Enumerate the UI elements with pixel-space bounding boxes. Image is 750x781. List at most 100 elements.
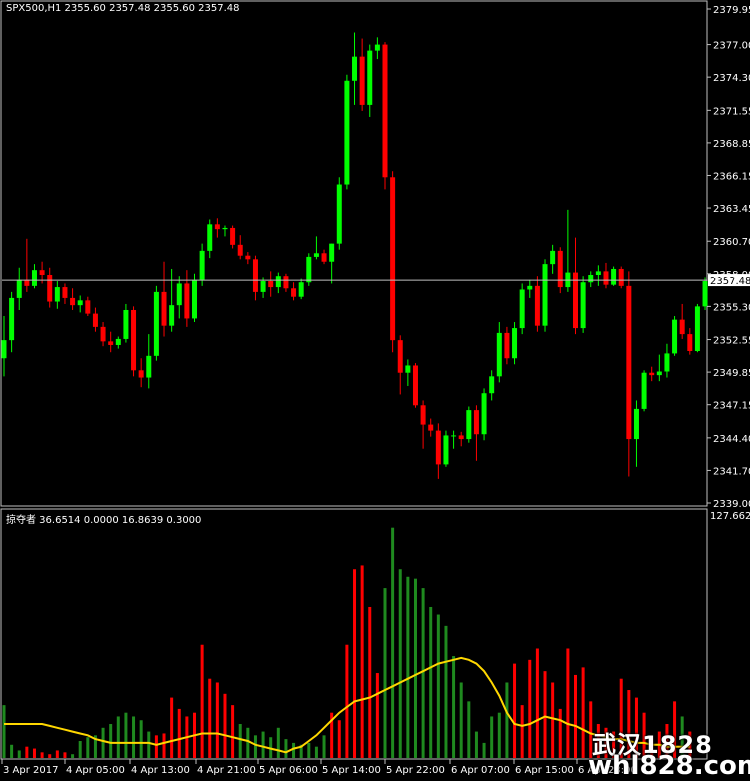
time-axis-label: 5 Apr 14:00 xyxy=(322,765,381,776)
histogram-bar xyxy=(177,708,181,758)
candle-body xyxy=(390,177,396,341)
candle-body xyxy=(92,313,98,327)
histogram-bar xyxy=(215,682,219,758)
histogram-bar xyxy=(223,693,227,758)
price-axis-label: 2366.15 xyxy=(713,171,750,182)
time-axis-label: 6 Apr 15:00 xyxy=(515,765,574,776)
histogram-bar xyxy=(32,748,36,758)
histogram-bar xyxy=(383,588,387,758)
histogram-bar xyxy=(566,648,570,758)
candle-body xyxy=(626,285,632,440)
candle-body xyxy=(702,281,708,307)
candle-body xyxy=(115,338,121,345)
candle-body xyxy=(679,319,685,335)
candle-body xyxy=(649,372,655,376)
time-axis-label: 5 Apr 22:00 xyxy=(386,765,445,776)
symbol-label: SPX500,H1 2355.60 2357.48 2355.60 2357.4… xyxy=(6,3,240,14)
candle-body xyxy=(633,408,639,440)
histogram-bar xyxy=(78,741,82,758)
candle-body xyxy=(230,227,236,245)
time-axis-label: 4 Apr 05:00 xyxy=(66,765,125,776)
histogram-bar xyxy=(398,569,402,758)
price-axis-label: 2368.85 xyxy=(713,139,750,150)
histogram-bar xyxy=(10,744,14,758)
histogram-bar xyxy=(581,667,585,758)
chart-canvas[interactable]: 2357.48 2379.95 2377.00 2374.30 2371.55 2368… xyxy=(0,0,750,780)
candle-body xyxy=(588,275,594,283)
candle-body xyxy=(694,306,700,351)
histogram-bar xyxy=(25,746,29,758)
candle-body xyxy=(207,224,213,251)
candle-body xyxy=(39,270,45,275)
price-axis-label: 2349.85 xyxy=(713,368,750,379)
candle-body xyxy=(618,268,624,286)
candle-body xyxy=(451,435,457,437)
candle-body xyxy=(329,243,335,262)
histogram-bar xyxy=(413,578,417,758)
histogram-bar xyxy=(429,606,433,758)
histogram-bar xyxy=(421,588,425,758)
candle-body xyxy=(641,372,647,409)
candle-body xyxy=(70,297,76,306)
histogram-bar xyxy=(2,705,6,758)
candle-body xyxy=(359,56,365,105)
candle-body xyxy=(291,288,297,297)
candle-body xyxy=(16,279,22,298)
candle-body xyxy=(77,300,83,306)
histogram-bar xyxy=(284,739,288,758)
histogram-bar xyxy=(86,737,90,758)
candle-body xyxy=(161,291,167,326)
candle-body xyxy=(31,270,37,286)
candle-body xyxy=(237,244,243,256)
candle-body xyxy=(550,250,556,265)
candle-body xyxy=(435,430,441,465)
watermark-logo: 武汉1828 whl828.com xyxy=(588,725,750,781)
histogram-bar xyxy=(101,727,105,758)
histogram-bar xyxy=(337,720,341,758)
candle-body xyxy=(466,410,472,440)
price-axis-label: 2377.00 xyxy=(713,41,750,52)
candle-body xyxy=(489,376,495,394)
candle-body xyxy=(153,291,159,356)
histogram-bar xyxy=(482,742,486,758)
candle-body xyxy=(397,340,403,373)
candle-body xyxy=(382,44,388,178)
indicator-histogram xyxy=(2,527,692,758)
candle-body xyxy=(344,80,350,185)
candle-body xyxy=(519,289,525,329)
histogram-bar xyxy=(55,750,59,758)
indicator-max-label: 127.6628 xyxy=(710,511,750,522)
price-axis-label: 2347.15 xyxy=(713,401,750,412)
histogram-bar xyxy=(528,659,532,758)
price-axis-label: 2371.55 xyxy=(713,106,750,117)
candle-body xyxy=(184,283,190,319)
histogram-bar xyxy=(109,724,113,758)
histogram-bar xyxy=(40,752,44,758)
histogram-bar xyxy=(513,663,517,758)
indicator-label: 掠夺者 36.6514 0.0000 16.8639 0.3000 xyxy=(6,515,202,526)
histogram-bar xyxy=(154,735,158,758)
candle-body xyxy=(496,332,502,377)
time-axis-label: 3 Apr 2017 xyxy=(3,765,58,776)
candle-body xyxy=(534,285,540,326)
price-axis-label: 2341.70 xyxy=(713,466,750,477)
candle-body xyxy=(557,250,563,288)
price-axis-label: 2363.45 xyxy=(713,204,750,215)
histogram-bar xyxy=(116,716,120,758)
candle-body xyxy=(146,355,152,378)
candle-body xyxy=(9,297,15,341)
price-axis-label: 2344.40 xyxy=(713,434,750,445)
candle-body xyxy=(580,282,586,329)
time-axis-label: 4 Apr 13:00 xyxy=(131,765,190,776)
histogram-bar xyxy=(353,569,357,758)
candle-body xyxy=(245,255,251,260)
histogram-bar xyxy=(543,671,547,758)
histogram-bar xyxy=(406,576,410,758)
histogram-bar xyxy=(314,746,318,758)
candle-body xyxy=(458,435,464,440)
histogram-bar xyxy=(48,754,52,758)
candle-body xyxy=(313,253,319,257)
candle-body xyxy=(687,334,693,351)
candle-body xyxy=(428,424,434,431)
histogram-bar xyxy=(391,527,395,758)
